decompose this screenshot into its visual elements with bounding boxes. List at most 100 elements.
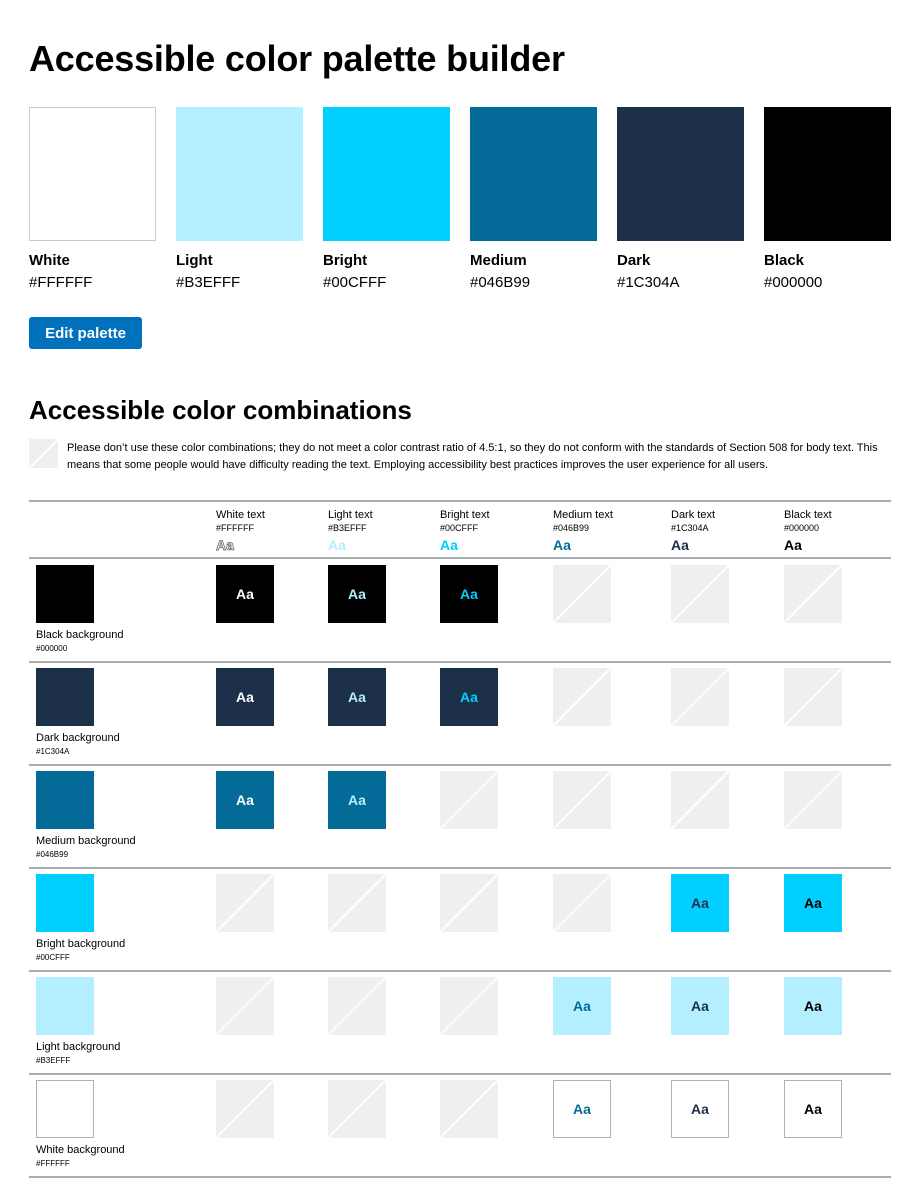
- unavailable-combination-cell: [784, 565, 842, 623]
- swatch-hex: #000000: [764, 274, 823, 291]
- combinations-title: Accessible color combinations: [29, 395, 412, 425]
- combination-sample: Aa: [440, 668, 498, 726]
- swatch-hex: #B3EFFF: [176, 274, 241, 291]
- row-hex: #FFFFFF: [36, 1159, 70, 1168]
- swatch-dark[interactable]: Dark #1C304A: [617, 107, 744, 292]
- row-swatch-white-background: [36, 1080, 94, 1138]
- swatch-medium[interactable]: Medium #046B99: [470, 107, 597, 292]
- unavailable-slash-icon: [553, 565, 611, 623]
- unavailable-combination-cell: [440, 771, 498, 829]
- swatch-name: Bright: [323, 252, 368, 269]
- unavailable-combination-cell: [784, 771, 842, 829]
- swatch-bright[interactable]: Bright #00CFFF: [323, 107, 450, 292]
- swatch-hex: #FFFFFF: [29, 274, 93, 291]
- row-label: Light background: [36, 1041, 121, 1053]
- row-swatch-dark-background: [36, 668, 94, 726]
- column-header-light-text: Light text #B3EFFF Aa: [328, 508, 373, 554]
- combination-sample: Aa: [553, 977, 611, 1035]
- column-header-white-text: White text #FFFFFF Aa: [216, 508, 265, 554]
- row-swatch-bright-background: [36, 874, 94, 932]
- column-label: Light text: [328, 509, 373, 521]
- column-header-medium-text: Medium text #046B99 Aa: [553, 508, 613, 554]
- unavailable-combination-cell: [328, 1080, 386, 1138]
- column-label: Bright text: [440, 509, 490, 521]
- unavailable-combination-cell: [328, 977, 386, 1035]
- combination-sample: Aa: [671, 977, 729, 1035]
- column-text-sample: Aa: [784, 537, 802, 553]
- combination-sample: Aa: [553, 1080, 611, 1138]
- combination-sample: Aa: [784, 874, 842, 932]
- row-hex: #000000: [36, 644, 68, 653]
- swatch-light[interactable]: Light #B3EFFF: [176, 107, 303, 292]
- unavailable-slash-icon: [671, 668, 729, 726]
- unavailable-slash-icon: [784, 668, 842, 726]
- swatch-black[interactable]: Black #000000: [764, 107, 891, 292]
- row-rule: [29, 1176, 891, 1178]
- unavailable-combination-cell: [328, 874, 386, 932]
- swatch-color-box[interactable]: [617, 107, 744, 241]
- column-text-sample: Aa: [328, 537, 346, 553]
- unavailable-slash-icon: [440, 771, 498, 829]
- combination-sample: Aa: [784, 977, 842, 1035]
- unavailable-combination-cell: [671, 565, 729, 623]
- swatch-hex: #00CFFF: [323, 274, 387, 291]
- combination-sample: Aa: [216, 565, 274, 623]
- unavailable-combination-cell: [440, 977, 498, 1035]
- row-rule: [29, 661, 891, 663]
- row-hex: #046B99: [36, 850, 69, 859]
- swatch-white[interactable]: White #FFFFFF: [29, 107, 156, 292]
- unavailable-combination-cell: [440, 1080, 498, 1138]
- combination-sample: Aa: [328, 771, 386, 829]
- unavailable-slash-icon: [440, 874, 498, 932]
- column-label: Dark text: [671, 509, 716, 521]
- unavailable-slash-icon: [784, 565, 842, 623]
- column-text-sample: Aa: [553, 537, 571, 553]
- swatch-name: Medium: [470, 252, 527, 269]
- combination-sample: Aa: [671, 874, 729, 932]
- column-text-sample: Aa: [440, 537, 458, 553]
- unavailable-combination-cell: [553, 771, 611, 829]
- row-swatch-black-background: [36, 565, 94, 623]
- unavailable-combination-cell: [671, 771, 729, 829]
- column-label: Medium text: [553, 509, 613, 521]
- unavailable-slash-icon: [216, 1080, 274, 1138]
- combination-sample: Aa: [671, 1080, 729, 1138]
- column-header-black-text: Black text #000000 Aa: [784, 508, 832, 554]
- unavailable-slash-icon: [328, 977, 386, 1035]
- unavailable-slash-icon: [784, 771, 842, 829]
- row-swatch-light-background: [36, 977, 94, 1035]
- row-rule: [29, 970, 891, 972]
- combination-sample: Aa: [328, 565, 386, 623]
- column-hex: #1C304A: [671, 523, 709, 533]
- swatch-hex: #1C304A: [617, 274, 680, 291]
- swatch-hex: #046B99: [470, 274, 531, 291]
- unavailable-slash-icon: [671, 565, 729, 623]
- row-label: Bright background: [36, 938, 126, 950]
- contrast-warning-text: Please don’t use these color combination…: [67, 442, 878, 471]
- swatch-color-box[interactable]: [29, 107, 156, 241]
- swatch-name: Light: [176, 252, 213, 269]
- swatch-color-box[interactable]: [470, 107, 597, 241]
- swatch-name: White: [29, 252, 70, 269]
- swatch-name: Dark: [617, 252, 651, 269]
- column-hex: #046B99: [553, 523, 590, 533]
- column-text-sample: Aa: [671, 537, 689, 553]
- swatch-color-box[interactable]: [176, 107, 303, 241]
- column-header-dark-text: Dark text #1C304A Aa: [671, 508, 715, 554]
- row-hex: #00CFFF: [36, 953, 70, 962]
- unavailable-slash-icon: [328, 1080, 386, 1138]
- column-hex: #FFFFFF: [216, 523, 254, 533]
- unavailable-combination-cell: [440, 874, 498, 932]
- column-label: White text: [216, 509, 265, 521]
- unavailable-combination-cell: [216, 977, 274, 1035]
- unavailable-combination-cell: [553, 668, 611, 726]
- unavailable-slash-icon: [553, 668, 611, 726]
- combination-sample: Aa: [784, 1080, 842, 1138]
- swatch-color-box[interactable]: [764, 107, 891, 241]
- row-hex: #1C304A: [36, 747, 70, 756]
- unavailable-combination-cell: [216, 1080, 274, 1138]
- row-rule: [29, 1073, 891, 1075]
- edit-palette-button[interactable]: Edit palette: [29, 317, 142, 349]
- row-label: Medium background: [36, 835, 136, 847]
- swatch-color-box[interactable]: [323, 107, 450, 241]
